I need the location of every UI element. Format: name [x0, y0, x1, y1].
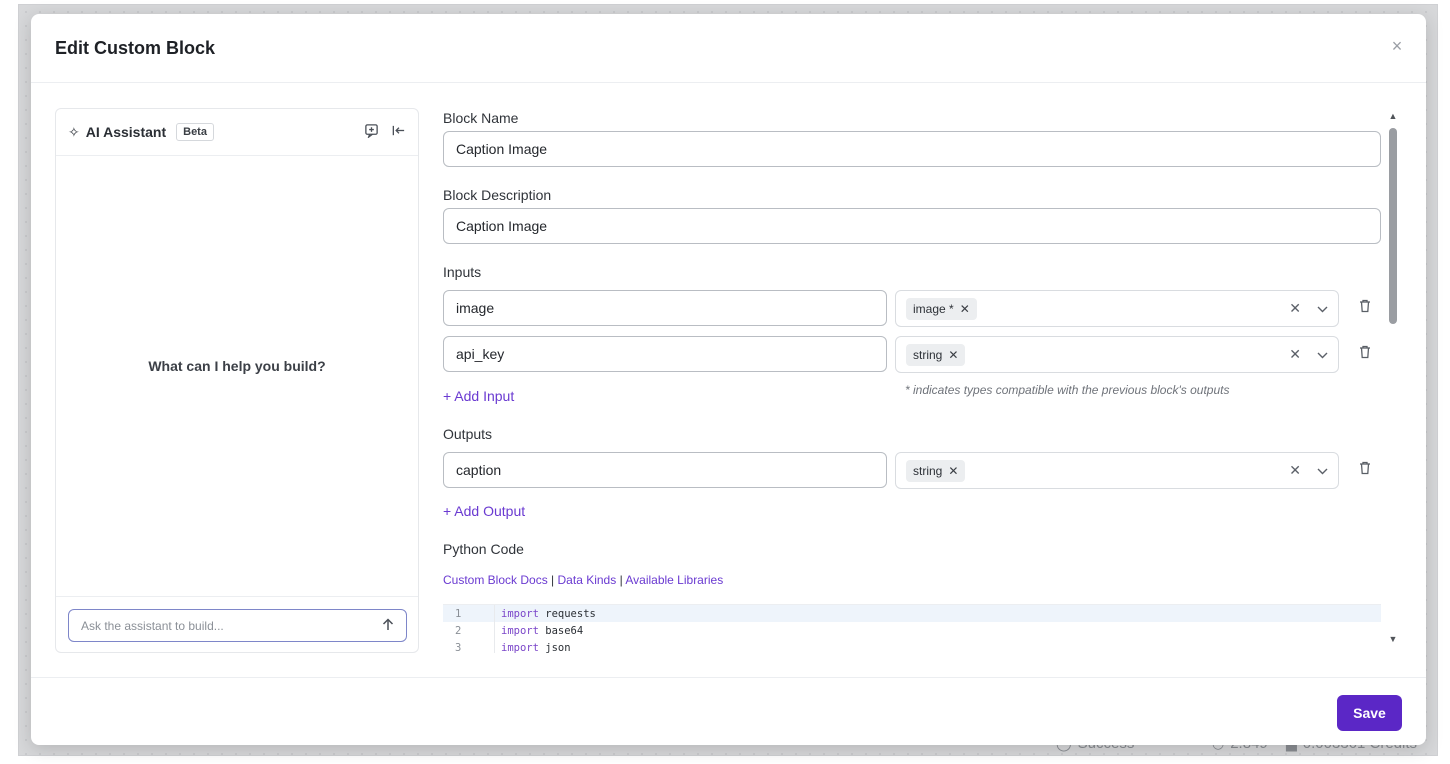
assistant-input[interactable] — [81, 618, 382, 633]
code-line: 1 import requests — [443, 605, 1381, 622]
line-number: 3 — [443, 639, 495, 653]
modal-footer: Save — [31, 677, 1426, 745]
trash-icon[interactable] — [1357, 461, 1373, 479]
type-chip: string ✕ — [906, 459, 966, 482]
edit-custom-block-modal: Edit Custom Block × ✧ AI Assistant Beta … — [31, 14, 1426, 745]
type-chip: image * ✕ — [906, 297, 977, 320]
type-chip: string ✕ — [906, 343, 966, 366]
code-text: json — [538, 641, 571, 654]
sparkle-icon: ✧ — [68, 123, 80, 140]
modal-title: Edit Custom Block — [55, 38, 216, 58]
python-code-label: Python Code — [443, 541, 524, 557]
clear-icon[interactable]: ✕ — [1289, 346, 1301, 363]
assistant-empty-prompt: What can I help you build? — [148, 358, 326, 374]
link-separator: | — [619, 573, 623, 587]
send-arrow-icon[interactable] — [382, 617, 394, 634]
assistant-header-actions — [364, 123, 406, 141]
modal-header: Edit Custom Block × — [31, 14, 1426, 83]
collapse-panel-icon[interactable] — [391, 123, 406, 141]
close-icon[interactable]: × — [1389, 37, 1405, 55]
new-chat-icon[interactable] — [364, 123, 379, 141]
line-number: 2 — [443, 622, 495, 639]
select-actions: ✕ — [1289, 346, 1328, 363]
block-name-value: Caption Image — [456, 141, 548, 157]
code-keyword: import — [501, 624, 539, 637]
remove-chip-icon[interactable]: ✕ — [948, 348, 958, 362]
ai-assistant-title: AI Assistant — [85, 124, 167, 140]
code-text: base64 — [538, 624, 584, 637]
custom-block-docs-link[interactable]: Custom Block Docs — [443, 573, 548, 587]
output-name-field[interactable]: caption — [443, 452, 887, 488]
block-form: Block Name Caption Image Block Descripti… — [443, 108, 1388, 653]
save-button[interactable]: Save — [1337, 695, 1402, 731]
remove-chip-icon[interactable]: ✕ — [948, 464, 958, 478]
scroll-thumb[interactable] — [1389, 128, 1397, 324]
input-name-field[interactable]: image — [443, 290, 887, 326]
remove-chip-icon[interactable]: ✕ — [960, 302, 970, 316]
trash-icon[interactable] — [1357, 345, 1373, 363]
clear-icon[interactable]: ✕ — [1289, 300, 1301, 317]
block-name-label: Block Name — [443, 110, 519, 126]
data-kinds-link[interactable]: Data Kinds — [558, 573, 617, 587]
output-type-select[interactable]: string ✕ ✕ — [895, 452, 1339, 489]
ai-assistant-header: ✧ AI Assistant Beta — [56, 109, 418, 156]
chevron-down-icon[interactable] — [1317, 300, 1328, 317]
code-keyword: import — [501, 607, 539, 620]
input-type-select[interactable]: image * ✕ ✕ — [895, 290, 1339, 327]
block-description-input[interactable]: Caption Image — [443, 208, 1381, 244]
code-line: 2 import base64 — [443, 622, 1381, 639]
outputs-label: Outputs — [443, 426, 493, 442]
input-type-select[interactable]: string ✕ ✕ — [895, 336, 1339, 373]
add-input-button[interactable]: + Add Input — [443, 388, 514, 404]
code-text: requests — [538, 607, 596, 620]
code-line: 3 import json — [443, 639, 1381, 653]
add-output-button[interactable]: + Add Output — [443, 503, 525, 519]
block-name-input[interactable]: Caption Image — [443, 131, 1381, 167]
scroll-up-icon[interactable]: ▲ — [1386, 111, 1400, 121]
inputs-label: Inputs — [443, 264, 482, 280]
line-number: 1 — [443, 605, 495, 622]
input-name-field[interactable]: api_key — [443, 336, 887, 372]
doc-links: Custom Block Docs | Data Kinds | Availab… — [443, 573, 723, 587]
link-separator: | — [551, 573, 555, 587]
form-scrollbar[interactable]: ▲ ▼ — [1386, 108, 1400, 653]
chevron-down-icon[interactable] — [1317, 462, 1328, 479]
select-actions: ✕ — [1289, 300, 1328, 317]
assistant-input-wrapper — [68, 609, 407, 642]
code-editor[interactable]: 1 import requests 2 import base64 3 impo… — [443, 604, 1381, 653]
assistant-footer — [56, 596, 418, 654]
block-description-value: Caption Image — [456, 218, 548, 234]
select-actions: ✕ — [1289, 462, 1328, 479]
ai-assistant-panel: ✧ AI Assistant Beta What can I help you … — [55, 108, 419, 653]
code-keyword: import — [501, 641, 539, 654]
trash-icon[interactable] — [1357, 299, 1373, 317]
scroll-down-icon[interactable]: ▼ — [1386, 634, 1400, 644]
compatibility-hint: * indicates types compatible with the pr… — [905, 383, 1230, 397]
available-libraries-link[interactable]: Available Libraries — [625, 573, 723, 587]
block-description-label: Block Description — [443, 187, 552, 203]
clear-icon[interactable]: ✕ — [1289, 462, 1301, 479]
beta-badge: Beta — [176, 123, 214, 141]
chevron-down-icon[interactable] — [1317, 346, 1328, 363]
